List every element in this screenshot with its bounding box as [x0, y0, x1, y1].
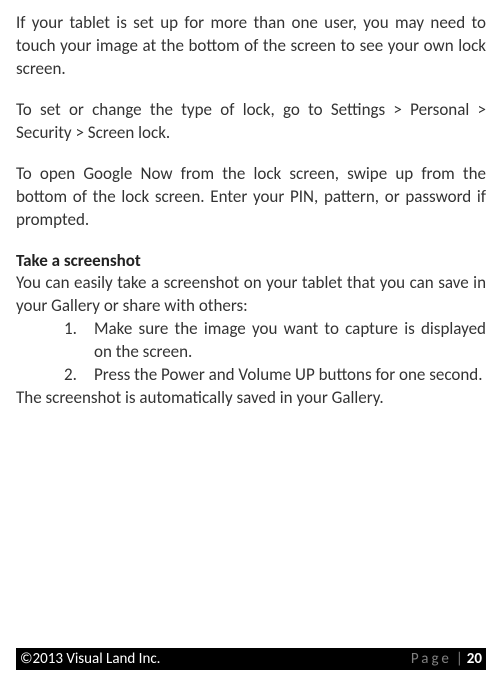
paragraph-google-now: To open Google Now from the lock screen,… — [16, 163, 486, 232]
footer-page-separator: | — [456, 650, 463, 668]
footer-copyright: ©2013 Visual Land Inc. — [20, 650, 160, 668]
list-item: Make sure the image you want to capture … — [16, 318, 486, 364]
list-item: Press the Power and Volume UP buttons fo… — [16, 364, 486, 387]
heading-take-screenshot: Take a screenshot — [16, 250, 486, 273]
paragraph-multiuser: If your tablet is set up for more than o… — [16, 12, 486, 81]
footer-page: Page | 20 — [411, 650, 482, 668]
paragraph-screenshot-intro: You can easily take a screenshot on your… — [16, 272, 486, 318]
footer-page-number: 20 — [467, 650, 482, 668]
footer-page-label: Page — [411, 650, 452, 668]
page-footer: ©2013 Visual Land Inc. Page | 20 — [16, 648, 486, 670]
steps-list: Make sure the image you want to capture … — [16, 318, 486, 387]
paragraph-saved-gallery: The screenshot is automatically saved in… — [16, 387, 486, 410]
paragraph-set-lock: To set or change the type of lock, go to… — [16, 99, 486, 145]
